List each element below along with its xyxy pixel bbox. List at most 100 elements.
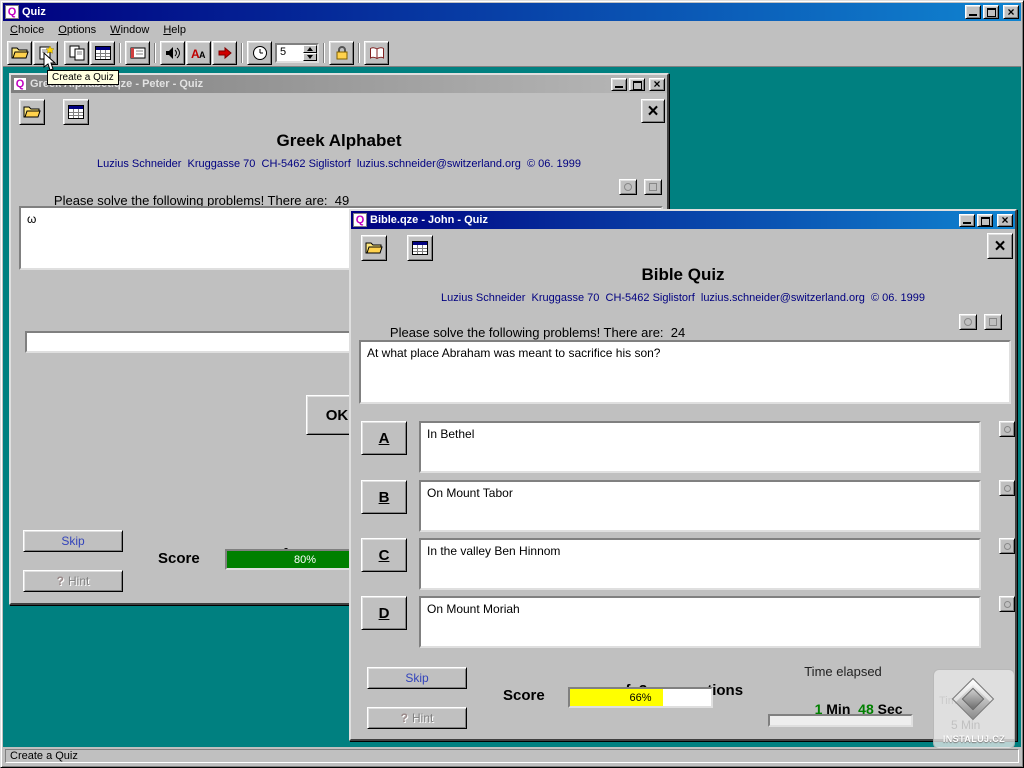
hint-icon: ?	[401, 711, 408, 725]
statusbar: Create a Quiz	[3, 747, 1021, 765]
font-icon: AA	[190, 46, 208, 60]
main-toolbar: AA 5	[3, 39, 1021, 67]
toolbar-separator	[358, 43, 360, 63]
clock-icon	[252, 45, 268, 61]
greek-maximize-button[interactable]	[629, 78, 645, 91]
minimize-button[interactable]	[965, 5, 981, 19]
svg-text:A: A	[199, 50, 206, 60]
copy-icon	[69, 45, 85, 61]
open-folder-icon	[11, 46, 29, 60]
bible-exit-button[interactable]: ×	[987, 233, 1013, 259]
toolbar-separator	[241, 43, 243, 63]
bible-score-label: Score	[503, 687, 545, 704]
answer-b-button[interactable]: B	[361, 480, 407, 514]
close-button[interactable]: ×	[1003, 5, 1019, 19]
copy-button[interactable]	[64, 41, 89, 65]
bible-window-title: Bible.qze - John - Quiz	[370, 214, 956, 226]
answer-a-text: In Bethel	[419, 421, 981, 473]
help-book-button[interactable]	[364, 41, 389, 65]
timer-button[interactable]	[247, 41, 272, 65]
circle-icon	[624, 183, 632, 191]
red-arrow-icon	[217, 46, 233, 60]
time-limit-spinner[interactable]: 5	[275, 43, 319, 63]
answer-a-sound-button[interactable]	[999, 421, 1015, 437]
answer-c-sound-button[interactable]	[999, 538, 1015, 554]
greek-hint-button[interactable]: ? Hint	[23, 570, 123, 592]
answer-b-text: On Mount Tabor	[419, 480, 981, 532]
tooltip: Create a Quiz	[47, 70, 119, 85]
spinner-up-button[interactable]	[303, 45, 317, 53]
menu-window[interactable]: Window	[103, 22, 156, 38]
mdi-area: Q Greek Alphabet.qze - Peter - Quiz × × …	[3, 67, 1021, 747]
open-quiz-button[interactable]	[7, 41, 32, 65]
circle-icon	[1004, 426, 1011, 433]
time-progress-bar	[768, 714, 913, 727]
card-button[interactable]	[125, 41, 150, 65]
circle-icon	[1004, 485, 1011, 492]
menu-choice[interactable]: Choice	[3, 22, 51, 38]
bible-skip-button[interactable]: Skip	[367, 667, 467, 689]
minimize-icon	[963, 222, 971, 224]
spinner-down-button[interactable]	[303, 53, 317, 61]
bible-author-line: Luzius Schneider Kruggasse 70 CH-5462 Si…	[351, 292, 1015, 304]
table-icon	[412, 241, 428, 255]
bible-minimize-button[interactable]	[959, 214, 975, 227]
quiz-app-window: Q Quiz × Choice Options Window Help	[0, 0, 1024, 768]
answer-d-button[interactable]: D	[361, 596, 407, 630]
mouse-cursor-icon	[43, 52, 56, 72]
bible-maximize-button[interactable]	[977, 214, 993, 227]
menu-options[interactable]: Options	[51, 22, 103, 38]
greek-statistics-button[interactable]	[63, 99, 89, 125]
bible-quiz-window: Q Bible.qze - John - Quiz × × Bible Quiz…	[349, 209, 1017, 741]
minimize-icon	[615, 86, 623, 88]
toolbar-separator	[323, 43, 325, 63]
answer-b-sound-button[interactable]	[999, 480, 1015, 496]
greek-sound-mini-button[interactable]	[619, 179, 637, 195]
menu-help[interactable]: Help	[156, 22, 193, 38]
toolbar-separator	[119, 43, 121, 63]
bible-prompt-text: Please solve the following problems! The…	[390, 325, 664, 340]
hint-icon: ?	[57, 574, 64, 588]
main-titlebar[interactable]: Q Quiz ×	[3, 3, 1021, 21]
flashcard-icon	[130, 46, 146, 60]
spinner-value[interactable]: 5	[277, 45, 303, 61]
table-icon	[95, 46, 111, 60]
speaker-icon	[165, 46, 181, 60]
greek-exit-button[interactable]: ×	[641, 99, 665, 123]
bible-statistics-button[interactable]	[407, 235, 433, 261]
time-elapsed-label: Time elapsed	[761, 664, 925, 679]
bible-titlebar[interactable]: Q Bible.qze - John - Quiz ×	[351, 211, 1015, 229]
answer-c-button[interactable]: C	[361, 538, 407, 572]
open-folder-icon	[23, 105, 41, 119]
answer-a-button[interactable]: A	[361, 421, 407, 455]
greek-open-button[interactable]	[19, 99, 45, 125]
font-button[interactable]: AA	[186, 41, 211, 65]
next-button[interactable]	[212, 41, 237, 65]
bible-hint-button[interactable]: ? Hint	[367, 707, 467, 729]
quiz-document-icon: Q	[353, 213, 367, 227]
quiz-document-icon: Q	[13, 77, 27, 91]
bible-question-box: At what place Abraham was meant to sacri…	[359, 340, 1011, 404]
table-button[interactable]	[90, 41, 115, 65]
answer-c-text: In the valley Ben Hinnom	[419, 538, 981, 590]
greek-close-button[interactable]: ×	[649, 78, 665, 91]
bible-close-button[interactable]: ×	[997, 214, 1013, 227]
sound-button[interactable]	[160, 41, 185, 65]
bible-score-bar: 66%	[568, 687, 713, 708]
installuj-watermark: INSTALUJ.CZ	[933, 669, 1015, 749]
app-icon: Q	[5, 5, 19, 19]
bible-open-button[interactable]	[361, 235, 387, 261]
answer-d-sound-button[interactable]	[999, 596, 1015, 612]
bible-sound-mini-button[interactable]	[959, 314, 977, 330]
lock-button[interactable]	[329, 41, 354, 65]
bible-image-mini-button[interactable]	[984, 314, 1002, 330]
square-icon	[649, 183, 657, 191]
bible-score-percent: 66%	[570, 689, 711, 706]
greek-image-mini-button[interactable]	[644, 179, 662, 195]
greek-minimize-button[interactable]	[611, 78, 627, 91]
status-text: Create a Quiz	[5, 749, 1019, 763]
bible-hint-label: Hint	[412, 711, 433, 725]
maximize-icon	[633, 81, 642, 90]
maximize-button[interactable]	[983, 5, 999, 19]
greek-skip-button[interactable]: Skip	[23, 530, 123, 552]
